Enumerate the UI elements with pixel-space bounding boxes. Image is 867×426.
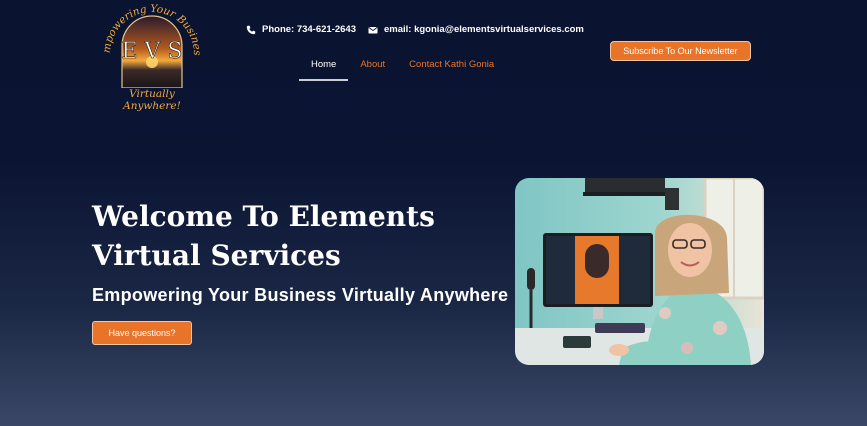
email-contact[interactable]: email: kgonia@elementsvirtualservices.co… [368, 24, 584, 35]
logo-monogram: E V S [121, 39, 182, 64]
phone-contact[interactable]: Phone: 734-621-2643 [246, 24, 356, 35]
site-logo[interactable]: Empowering Your Business E V S Virtually… [104, 4, 200, 112]
office-photo-illustration [515, 178, 764, 365]
subscribe-newsletter-button[interactable]: Subscribe To Our Newsletter [610, 41, 751, 61]
phone-text: Phone: 734-621-2643 [262, 24, 356, 35]
logo-graphic: Empowering Your Business E V S [104, 4, 200, 88]
hero-photo [515, 178, 764, 365]
main-nav: Home About Contact Kathi Gonia [299, 56, 506, 81]
nav-contact[interactable]: Contact Kathi Gonia [397, 56, 506, 81]
email-text: email: kgonia@elementsvirtualservices.co… [384, 24, 584, 35]
have-questions-button[interactable]: Have questions? [92, 321, 192, 345]
nav-about[interactable]: About [348, 56, 397, 81]
nav-home[interactable]: Home [299, 56, 349, 81]
contact-bar: Phone: 734-621-2643 email: kgonia@elemen… [246, 24, 584, 35]
envelope-icon [368, 26, 378, 33]
hero-title: Welcome To Elements Virtual Services [92, 200, 435, 272]
logo-tagline: Virtually Anywhere! [123, 88, 181, 112]
phone-icon [246, 25, 256, 34]
hero-subtitle: Empowering Your Business Virtually Anywh… [92, 285, 509, 305]
